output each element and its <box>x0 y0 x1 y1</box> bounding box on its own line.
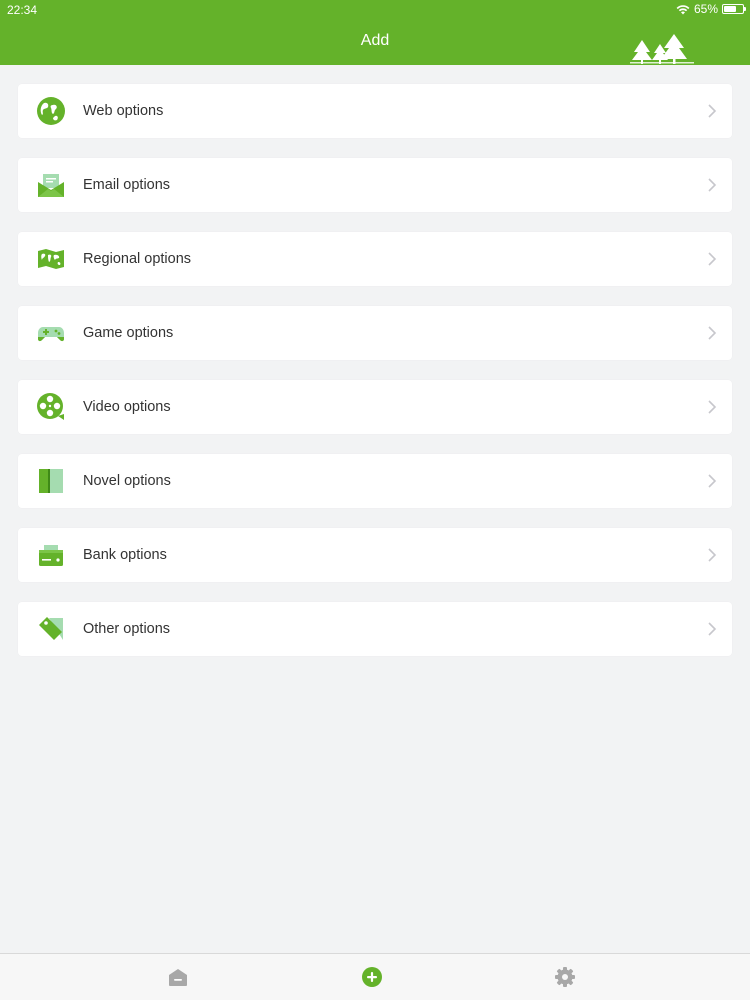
battery-level <box>724 6 736 12</box>
status-time: 22:34 <box>7 3 38 17</box>
menu-item-label: Regional options <box>83 251 192 267</box>
menu-item-email-options[interactable]: Email options <box>18 158 732 212</box>
home-icon[interactable] <box>167 966 189 988</box>
chevron-right-icon <box>708 252 717 266</box>
status-bar: 22:34 65% <box>0 0 750 20</box>
envelope-icon <box>38 174 64 197</box>
header: 22:34 65% Add <box>0 0 750 65</box>
menu-item-label: Video options <box>83 399 171 415</box>
chevron-right-icon <box>708 548 717 562</box>
tab-bar <box>0 953 750 1000</box>
chevron-right-icon <box>708 622 717 636</box>
menu-item-label: Bank options <box>83 547 167 563</box>
wallet-icon <box>39 545 63 566</box>
trees-decoration-icon <box>630 34 694 64</box>
menu-item-label: Web options <box>83 103 164 119</box>
chevron-right-icon <box>708 178 717 192</box>
menu-item-label: Other options <box>83 621 171 637</box>
menu-item-regional-options[interactable]: Regional options <box>18 232 732 286</box>
options-list: Web options Email options Regional optio… <box>18 84 732 676</box>
chevron-right-icon <box>708 326 717 340</box>
battery-icon <box>722 4 746 14</box>
film-reel-icon <box>37 393 64 420</box>
add-circle-icon[interactable] <box>361 966 383 988</box>
menu-item-label: Novel options <box>83 473 171 489</box>
status-indicators: 65% <box>676 2 746 16</box>
chevron-right-icon <box>708 400 717 414</box>
menu-item-game-options[interactable]: Game options <box>18 306 732 360</box>
globe-icon <box>37 97 65 125</box>
menu-item-other-options[interactable]: Other options <box>18 602 732 656</box>
world-map-icon <box>38 249 64 269</box>
gamepad-icon <box>38 327 64 342</box>
chevron-right-icon <box>708 104 717 118</box>
menu-item-novel-options[interactable]: Novel options <box>18 454 732 508</box>
gear-icon[interactable] <box>554 966 576 988</box>
menu-item-label: Email options <box>83 177 171 193</box>
menu-item-video-options[interactable]: Video options <box>18 380 732 434</box>
wifi-icon <box>676 4 690 14</box>
menu-item-label: Game options <box>83 325 174 341</box>
book-icon <box>39 469 63 493</box>
chevron-right-icon <box>708 474 717 488</box>
battery-percent: 65% <box>693 2 718 16</box>
menu-item-web-options[interactable]: Web options <box>18 84 732 138</box>
tag-icon <box>39 617 63 640</box>
menu-item-bank-options[interactable]: Bank options <box>18 528 732 582</box>
